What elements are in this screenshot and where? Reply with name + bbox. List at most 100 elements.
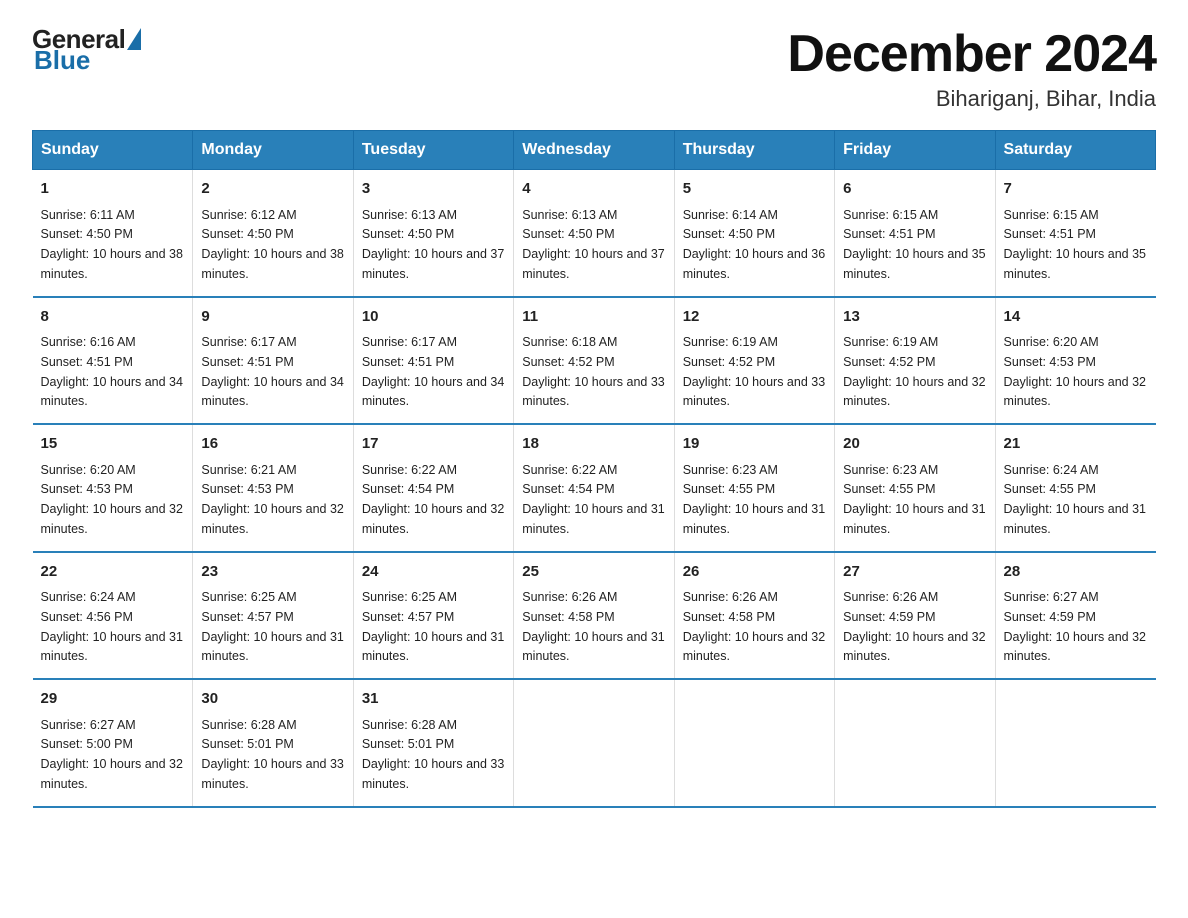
calendar-cell: 17 Sunrise: 6:22 AMSunset: 4:54 PMDayligh… — [353, 424, 513, 552]
day-number: 28 — [1004, 561, 1148, 584]
day-info: Sunrise: 6:13 AMSunset: 4:50 PMDaylight:… — [362, 208, 504, 281]
calendar-cell: 3 Sunrise: 6:13 AMSunset: 4:50 PMDaylight… — [353, 170, 513, 297]
calendar-cell: 4 Sunrise: 6:13 AMSunset: 4:50 PMDaylight… — [514, 170, 674, 297]
title-block: December 2024 Bihariganj, Bihar, India — [787, 24, 1156, 112]
calendar-cell: 6Sunrise: 6:15 AMSunset: 4:51 PMDaylight… — [835, 170, 995, 297]
day-number: 30 — [201, 688, 344, 711]
week-row-5: 29Sunrise: 6:27 AMSunset: 5:00 PMDayligh… — [33, 679, 1156, 807]
day-number: 13 — [843, 306, 986, 329]
day-info: Sunrise: 6:22 AMSunset: 4:54 PMDaylight:… — [362, 463, 504, 536]
calendar-cell: 8Sunrise: 6:16 AMSunset: 4:51 PMDaylight… — [33, 297, 193, 425]
header-friday: Friday — [835, 131, 995, 170]
calendar-cell: 31 Sunrise: 6:28 AMSunset: 5:01 PMDayligh… — [353, 679, 513, 807]
calendar-title: December 2024 — [787, 24, 1156, 84]
day-number: 21 — [1004, 433, 1148, 456]
day-info: Sunrise: 6:26 AMSunset: 4:58 PMDaylight:… — [683, 590, 825, 663]
day-info: Sunrise: 6:11 AMSunset: 4:50 PMDaylight:… — [41, 208, 183, 281]
calendar-cell: 15 Sunrise: 6:20 AMSunset: 4:53 PMDayligh… — [33, 424, 193, 552]
day-info: Sunrise: 6:20 AMSunset: 4:53 PMDaylight:… — [41, 463, 183, 536]
day-number: 17 — [362, 433, 505, 456]
day-info: Sunrise: 6:28 AMSunset: 5:01 PMDaylight:… — [201, 718, 343, 791]
day-info: Sunrise: 6:24 AMSunset: 4:55 PMDaylight:… — [1004, 463, 1146, 536]
day-number: 16 — [201, 433, 344, 456]
calendar-cell: 18 Sunrise: 6:22 AMSunset: 4:54 PMDayligh… — [514, 424, 674, 552]
day-number: 9 — [201, 306, 344, 329]
calendar-cell — [514, 679, 674, 807]
week-row-3: 15 Sunrise: 6:20 AMSunset: 4:53 PMDayligh… — [33, 424, 1156, 552]
day-info: Sunrise: 6:13 AMSunset: 4:50 PMDaylight:… — [522, 208, 664, 281]
calendar-cell: 27 Sunrise: 6:26 AMSunset: 4:59 PMDayligh… — [835, 552, 995, 680]
calendar-cell: 7 Sunrise: 6:15 AMSunset: 4:51 PMDaylight… — [995, 170, 1155, 297]
calendar-cell: 26 Sunrise: 6:26 AMSunset: 4:58 PMDayligh… — [674, 552, 834, 680]
day-info: Sunrise: 6:15 AMSunset: 4:51 PMDaylight:… — [1004, 208, 1146, 281]
day-number: 31 — [362, 688, 505, 711]
logo: General Blue — [32, 24, 141, 76]
day-number: 6 — [843, 178, 986, 201]
calendar-cell: 30 Sunrise: 6:28 AMSunset: 5:01 PMDayligh… — [193, 679, 353, 807]
calendar-cell: 1 Sunrise: 6:11 AMSunset: 4:50 PMDaylight… — [33, 170, 193, 297]
day-info: Sunrise: 6:12 AMSunset: 4:50 PMDaylight:… — [201, 208, 343, 281]
calendar-cell: 25 Sunrise: 6:26 AMSunset: 4:58 PMDayligh… — [514, 552, 674, 680]
day-info: Sunrise: 6:18 AMSunset: 4:52 PMDaylight:… — [522, 335, 664, 408]
day-info: Sunrise: 6:25 AMSunset: 4:57 PMDaylight:… — [201, 590, 343, 663]
calendar-cell: 16Sunrise: 6:21 AMSunset: 4:53 PMDayligh… — [193, 424, 353, 552]
day-info: Sunrise: 6:26 AMSunset: 4:58 PMDaylight:… — [522, 590, 664, 663]
header-monday: Monday — [193, 131, 353, 170]
day-number: 2 — [201, 178, 344, 201]
day-info: Sunrise: 6:23 AMSunset: 4:55 PMDaylight:… — [683, 463, 825, 536]
day-number: 20 — [843, 433, 986, 456]
day-info: Sunrise: 6:24 AMSunset: 4:56 PMDaylight:… — [41, 590, 183, 663]
week-row-2: 8Sunrise: 6:16 AMSunset: 4:51 PMDaylight… — [33, 297, 1156, 425]
day-number: 27 — [843, 561, 986, 584]
day-info: Sunrise: 6:17 AMSunset: 4:51 PMDaylight:… — [201, 335, 343, 408]
calendar-cell: 20 Sunrise: 6:23 AMSunset: 4:55 PMDayligh… — [835, 424, 995, 552]
day-number: 11 — [522, 306, 665, 329]
day-info: Sunrise: 6:28 AMSunset: 5:01 PMDaylight:… — [362, 718, 504, 791]
day-number: 25 — [522, 561, 665, 584]
day-number: 4 — [522, 178, 665, 201]
week-row-1: 1 Sunrise: 6:11 AMSunset: 4:50 PMDaylight… — [33, 170, 1156, 297]
page-header: General Blue December 2024 Bihariganj, B… — [32, 24, 1156, 112]
calendar-cell: 21 Sunrise: 6:24 AMSunset: 4:55 PMDayligh… — [995, 424, 1155, 552]
calendar-cell: 5Sunrise: 6:14 AMSunset: 4:50 PMDaylight… — [674, 170, 834, 297]
day-number: 7 — [1004, 178, 1148, 201]
day-number: 10 — [362, 306, 505, 329]
day-number: 22 — [41, 561, 185, 584]
day-info: Sunrise: 6:20 AMSunset: 4:53 PMDaylight:… — [1004, 335, 1146, 408]
calendar-header-row: SundayMondayTuesdayWednesdayThursdayFrid… — [33, 131, 1156, 170]
calendar-subtitle: Bihariganj, Bihar, India — [787, 86, 1156, 112]
calendar-cell: 28 Sunrise: 6:27 AMSunset: 4:59 PMDayligh… — [995, 552, 1155, 680]
day-number: 23 — [201, 561, 344, 584]
day-number: 29 — [41, 688, 185, 711]
day-number: 5 — [683, 178, 826, 201]
header-tuesday: Tuesday — [353, 131, 513, 170]
day-number: 24 — [362, 561, 505, 584]
day-number: 1 — [41, 178, 185, 201]
logo-blue-text: Blue — [32, 45, 90, 76]
calendar-cell: 10 Sunrise: 6:17 AMSunset: 4:51 PMDayligh… — [353, 297, 513, 425]
week-row-4: 22 Sunrise: 6:24 AMSunset: 4:56 PMDayligh… — [33, 552, 1156, 680]
day-info: Sunrise: 6:26 AMSunset: 4:59 PMDaylight:… — [843, 590, 985, 663]
header-thursday: Thursday — [674, 131, 834, 170]
calendar-cell: 29Sunrise: 6:27 AMSunset: 5:00 PMDayligh… — [33, 679, 193, 807]
calendar-cell: 14Sunrise: 6:20 AMSunset: 4:53 PMDayligh… — [995, 297, 1155, 425]
day-number: 15 — [41, 433, 185, 456]
logo-triangle-icon — [127, 28, 141, 50]
day-number: 3 — [362, 178, 505, 201]
calendar-cell: 23 Sunrise: 6:25 AMSunset: 4:57 PMDayligh… — [193, 552, 353, 680]
calendar-cell: 24 Sunrise: 6:25 AMSunset: 4:57 PMDayligh… — [353, 552, 513, 680]
calendar-cell: 12Sunrise: 6:19 AMSunset: 4:52 PMDayligh… — [674, 297, 834, 425]
day-number: 18 — [522, 433, 665, 456]
day-info: Sunrise: 6:23 AMSunset: 4:55 PMDaylight:… — [843, 463, 985, 536]
day-info: Sunrise: 6:17 AMSunset: 4:51 PMDaylight:… — [362, 335, 504, 408]
day-info: Sunrise: 6:27 AMSunset: 4:59 PMDaylight:… — [1004, 590, 1146, 663]
calendar-cell: 11 Sunrise: 6:18 AMSunset: 4:52 PMDayligh… — [514, 297, 674, 425]
day-info: Sunrise: 6:22 AMSunset: 4:54 PMDaylight:… — [522, 463, 664, 536]
calendar-cell — [995, 679, 1155, 807]
header-sunday: Sunday — [33, 131, 193, 170]
calendar-cell: 19Sunrise: 6:23 AMSunset: 4:55 PMDayligh… — [674, 424, 834, 552]
day-info: Sunrise: 6:25 AMSunset: 4:57 PMDaylight:… — [362, 590, 504, 663]
day-info: Sunrise: 6:19 AMSunset: 4:52 PMDaylight:… — [843, 335, 985, 408]
day-number: 12 — [683, 306, 826, 329]
day-number: 26 — [683, 561, 826, 584]
